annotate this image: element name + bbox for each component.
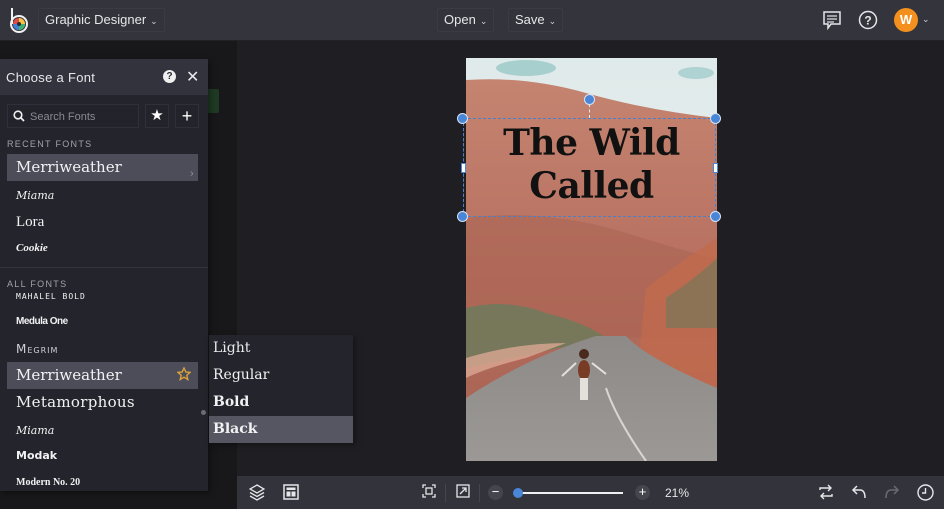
favorite-star-icon[interactable] xyxy=(177,367,191,381)
top-bar: Graphic Designer ⌄ Open ⌄ Save ⌄ ? W ⌄ xyxy=(0,0,944,41)
layout-icon[interactable] xyxy=(283,484,299,500)
font-name: Miama xyxy=(16,424,55,437)
font-metamorphous[interactable]: Metamorphous xyxy=(7,389,198,416)
zoom-slider-thumb[interactable] xyxy=(513,488,524,498)
user-avatar[interactable]: W xyxy=(894,8,918,32)
font-panel-title: Choose a Font xyxy=(6,70,96,85)
rotate-handle[interactable] xyxy=(584,94,595,105)
resize-handle-right[interactable] xyxy=(713,163,718,173)
zoom-out-button[interactable]: − xyxy=(488,485,503,500)
font-name: Cookie xyxy=(16,242,48,254)
font-name: Merriweather xyxy=(16,366,122,384)
font-name: Modak xyxy=(16,449,58,462)
weight-black[interactable]: Black xyxy=(209,416,353,443)
font-name: Megrim xyxy=(16,342,59,356)
recent-fonts-label: RECENT FONTS xyxy=(7,139,93,149)
font-search-field[interactable] xyxy=(7,104,139,128)
workspace-dropdown[interactable]: Graphic Designer ⌄ xyxy=(38,8,165,32)
comments-icon[interactable] xyxy=(822,10,842,30)
toolbar-separator xyxy=(479,484,480,502)
weight-light[interactable]: Light xyxy=(209,335,353,362)
recent-font-cookie[interactable]: Cookie xyxy=(7,236,198,263)
scrollbar-thumb[interactable] xyxy=(201,410,206,415)
save-button[interactable]: Save ⌄ xyxy=(508,8,564,32)
workspace-label: Graphic Designer xyxy=(45,12,147,27)
svg-text:?: ? xyxy=(864,14,871,28)
font-modak[interactable]: Modak xyxy=(7,442,198,469)
apply-button-edge[interactable] xyxy=(207,89,219,113)
zoom-percent: 21% xyxy=(665,486,690,500)
toolbar-separator xyxy=(445,484,446,502)
fit-to-screen-icon[interactable] xyxy=(422,484,436,498)
chevron-down-icon: ⌄ xyxy=(548,16,557,26)
rotation-connector xyxy=(589,104,590,118)
add-font-button[interactable]: + xyxy=(175,104,199,128)
font-merriweather[interactable]: Merriweather xyxy=(7,362,198,389)
zoom-in-button[interactable]: + xyxy=(635,485,650,500)
close-icon[interactable]: ✕ xyxy=(186,67,199,87)
font-name: Miama xyxy=(16,189,55,202)
weight-regular[interactable]: Regular xyxy=(209,362,353,389)
font-weight-menu: Light Regular Bold Black xyxy=(209,335,353,443)
redo-icon[interactable] xyxy=(884,484,900,500)
font-chooser-panel: Choose a Font ? ✕ ★ + RECENT FONTS Merri… xyxy=(0,59,208,491)
befunky-logo-icon[interactable] xyxy=(8,6,34,34)
recent-font-miama[interactable]: Miama xyxy=(7,182,198,209)
help-icon[interactable]: ? xyxy=(858,10,878,30)
save-label: Save xyxy=(515,12,545,27)
font-name: Merriweather xyxy=(16,158,122,176)
bottom-toolbar: − + 21% xyxy=(237,476,944,509)
layers-icon[interactable] xyxy=(249,484,265,501)
font-name: Modern No. 20 xyxy=(16,477,81,488)
chevron-down-icon: ⌄ xyxy=(479,16,488,26)
font-megrim[interactable]: Megrim xyxy=(7,335,198,362)
font-medula-one[interactable]: Medula One xyxy=(7,309,198,336)
actual-size-icon[interactable] xyxy=(456,484,470,498)
open-label: Open xyxy=(444,12,476,27)
font-modern-no-20[interactable]: Modern No. 20 xyxy=(7,469,198,491)
recent-font-lora[interactable]: Lora xyxy=(7,209,198,236)
open-button[interactable]: Open ⌄ xyxy=(437,8,495,32)
resize-handle-top-left[interactable] xyxy=(457,113,468,124)
font-name: Medula One xyxy=(16,316,68,327)
font-name: Mahalel Bold xyxy=(16,292,86,301)
font-search-input[interactable] xyxy=(30,108,135,125)
search-icon xyxy=(13,110,25,122)
chevron-down-icon[interactable]: ⌄ xyxy=(922,14,930,25)
resize-handle-bottom-left[interactable] xyxy=(457,211,468,222)
undo-icon[interactable] xyxy=(851,484,867,500)
zoom-slider-track[interactable] xyxy=(515,492,623,494)
recent-font-merriweather[interactable]: Merriweather › xyxy=(7,154,198,181)
font-name: Metamorphous xyxy=(16,393,135,411)
resize-handle-left[interactable] xyxy=(461,163,466,173)
text-selection-box[interactable] xyxy=(463,118,716,217)
font-miama[interactable]: Miama xyxy=(7,417,198,444)
swap-icon[interactable] xyxy=(818,484,834,500)
resize-handle-bottom-right[interactable] xyxy=(710,211,721,222)
font-panel-header: Choose a Font ? ✕ xyxy=(0,59,208,95)
chevron-down-icon: ⌄ xyxy=(150,16,158,26)
resize-handle-top-right[interactable] xyxy=(710,113,721,124)
history-icon[interactable] xyxy=(917,484,934,501)
help-icon[interactable]: ? xyxy=(163,70,176,83)
font-name: Lora xyxy=(16,214,45,230)
section-divider xyxy=(0,267,208,268)
weight-bold[interactable]: Bold xyxy=(209,389,353,416)
favorites-button[interactable]: ★ xyxy=(145,104,169,128)
